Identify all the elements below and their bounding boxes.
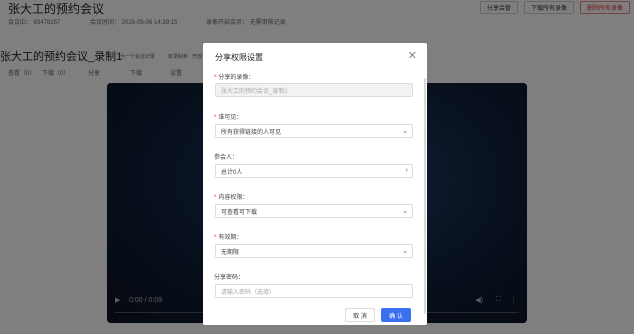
close-icon[interactable]: ✕ [408,49,417,62]
required-mark: * [214,75,217,81]
password-label: 分享密码： [214,275,245,281]
validity-label: * 有效期： [214,235,243,241]
confirm-button[interactable]: 确 认 [381,308,411,322]
visibility-label: * 谁可见： [214,115,243,121]
visibility-select[interactable]: 所有获得链接的人可见 ⌄ [215,124,413,138]
share-title-label: * 分享的录像： [214,75,255,81]
chevron-down-icon: ⌄ [402,208,408,215]
permission-select[interactable]: 可查看可下载 ⌄ [215,204,413,218]
cancel-button[interactable]: 取 消 [345,308,375,322]
required-mark: * [214,195,217,201]
chevron-down-icon: ⌄ [402,248,408,255]
share-permission-dialog: 分享权限设置 ✕ * 分享的录像： 张大工的预约会议_录制1 * 谁可见： 所有获得… [203,43,427,325]
validity-select[interactable]: 无期限 ⌄ [215,244,413,258]
participants-label: 参会人： [214,155,239,161]
dialog-title: 分享权限设置 [215,53,263,62]
permission-label: * 内容权限： [214,195,249,201]
participants-field[interactable]: 总计0人 › [215,164,413,178]
chevron-down-icon: ⌄ [402,128,408,135]
chevron-right-icon: › [405,167,408,174]
dialog-scrollbar[interactable] [424,78,426,314]
required-mark: * [214,235,217,241]
password-input[interactable]: 请输入密码（选填） [215,284,413,298]
required-mark: * [214,115,217,121]
share-title-field: 张大工的预约会议_录制1 [215,83,413,97]
